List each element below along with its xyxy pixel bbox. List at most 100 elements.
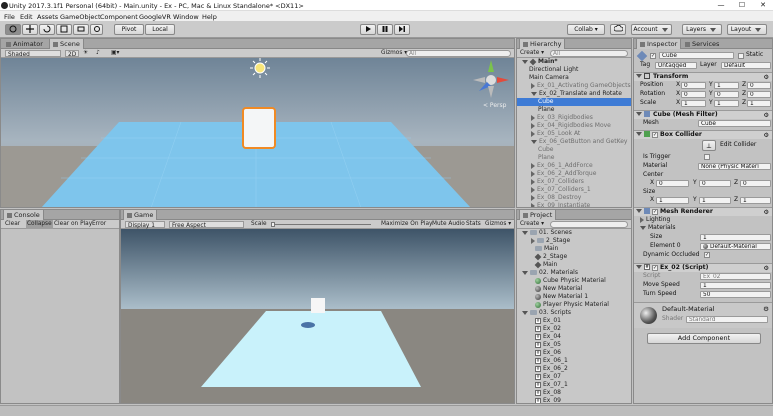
project-create-button[interactable]: Create ▾ [520, 220, 544, 229]
settings-gear-icon[interactable]: ⚙ [763, 209, 769, 217]
move-speed-field[interactable]: 1 [700, 282, 771, 289]
meshfilter-header[interactable]: Cube (Mesh Filter) ⚙ [634, 110, 772, 119]
position-z-field[interactable]: 0 [747, 82, 771, 89]
chevron-down-icon[interactable] [522, 310, 528, 315]
chevron-down-icon[interactable] [531, 91, 537, 96]
minimize-button[interactable]: — [714, 1, 728, 9]
size-y-field[interactable]: 1 [699, 197, 731, 204]
chevron-right-icon[interactable] [531, 130, 535, 137]
hierarchy-item[interactable]: Cube [517, 98, 631, 106]
clear-button[interactable]: Clear [5, 220, 20, 229]
chevron-right-icon[interactable] [531, 114, 535, 121]
settings-gear-icon[interactable]: ⚙ [763, 305, 769, 313]
project-search-input[interactable] [550, 221, 628, 228]
project-item[interactable]: # Ex_05 [517, 341, 631, 349]
hierarchy-item[interactable]: Ex_04_Rigidbodies Move [517, 122, 631, 130]
hierarchy-item[interactable]: Ex_06_GetButton and GetKey [517, 138, 631, 146]
hierarchy-create-button[interactable]: Create ▾ [520, 49, 544, 58]
static-checkbox[interactable] [738, 53, 744, 59]
project-item[interactable]: Main [517, 261, 631, 269]
material-section[interactable]: Default-Material Shader Standard ⚙ [634, 302, 772, 328]
project-item[interactable]: # Ex_09 [517, 397, 631, 403]
mute-audio-toggle[interactable]: Mute Audio [432, 220, 465, 229]
center-x-field[interactable]: 0 [656, 180, 689, 187]
tab-game[interactable]: Game [123, 210, 158, 220]
menu-googlevr[interactable]: GoogleVR [139, 13, 171, 21]
game-gizmos-dropdown[interactable]: Gizmos ▾ [485, 220, 511, 229]
menu-edit[interactable]: Edit [20, 13, 33, 21]
hierarchy-item[interactable]: Directional Light [517, 66, 631, 74]
menu-file[interactable]: File [4, 13, 15, 21]
hierarchy-item[interactable]: Plane [517, 106, 631, 114]
hierarchy-item[interactable]: Ex_06_2_AddTorque [517, 170, 631, 178]
settings-gear-icon[interactable]: ⚙ [763, 74, 769, 82]
scale-tool-button[interactable] [56, 24, 72, 35]
gizmos-dropdown[interactable]: Gizmos ▾ [381, 49, 407, 58]
center-y-field[interactable]: 0 [699, 180, 731, 187]
size-z-field[interactable]: 1 [740, 197, 771, 204]
rotation-y-field[interactable]: 0 [714, 91, 739, 98]
layout-dropdown[interactable]: Layout [727, 24, 767, 35]
move-tool-button[interactable] [22, 24, 38, 35]
hierarchy-item[interactable]: Ex_01_Activating GameObjects [517, 82, 631, 90]
close-button[interactable]: ✕ [756, 1, 770, 9]
active-checkbox[interactable]: ✓ [650, 53, 656, 59]
meshrenderer-header[interactable]: ✓ Mesh Renderer ⚙ [634, 207, 772, 216]
selected-cube-object[interactable] [242, 107, 276, 149]
effects-dropdown[interactable]: ▣▾ [111, 49, 123, 58]
material-field[interactable]: None (Physic Materi [698, 163, 771, 170]
hierarchy-item[interactable]: Cube [517, 146, 631, 154]
project-item[interactable]: # Ex_01 [517, 317, 631, 325]
object-name-field[interactable]: Cube [659, 52, 734, 59]
game-viewport[interactable] [121, 229, 514, 404]
hierarchy-search-input[interactable]: All [550, 50, 628, 57]
project-item[interactable]: 02. Materials [517, 269, 631, 277]
tab-inspector[interactable]: Inspector [636, 39, 682, 49]
tab-project[interactable]: Project [519, 210, 557, 220]
boxcollider-enabled-checkbox[interactable]: ✓ [652, 132, 658, 138]
tab-animator[interactable]: Animator [3, 39, 46, 49]
project-item[interactable]: # Ex_07_1 [517, 381, 631, 389]
position-y-field[interactable]: 1 [714, 82, 739, 89]
chevron-down-icon[interactable] [531, 139, 537, 144]
chevron-right-icon[interactable] [531, 194, 535, 201]
project-item[interactable]: 01. Scenes [517, 229, 631, 237]
chevron-right-icon[interactable] [531, 186, 535, 193]
rotation-z-field[interactable]: 0 [747, 91, 771, 98]
project-item[interactable]: # Ex_02 [517, 325, 631, 333]
hand-tool-button[interactable] [5, 24, 21, 35]
chevron-down-icon[interactable] [522, 230, 528, 235]
chevron-right-icon[interactable] [531, 178, 535, 185]
hierarchy-item[interactable]: Ex_09_Instantiate [517, 202, 631, 207]
shader-dropdown[interactable]: Standard [686, 316, 768, 323]
collab-button[interactable]: Collab ▾ [567, 24, 605, 35]
transform-tool-button[interactable] [90, 24, 103, 35]
menu-help[interactable]: Help [202, 13, 217, 21]
scene-search-input[interactable]: All [406, 50, 511, 57]
project-item[interactable]: # Ex_07 [517, 373, 631, 381]
aspect-dropdown[interactable]: Free Aspect [169, 221, 244, 229]
stats-toggle[interactable]: Stats [466, 220, 481, 229]
2d-toggle[interactable]: 2D [65, 50, 79, 58]
clear-on-play-toggle[interactable]: Clear on Play [54, 220, 92, 229]
size-x-field[interactable]: 1 [656, 197, 689, 204]
account-dropdown[interactable]: Account [631, 24, 672, 35]
hierarchy-item[interactable]: Plane [517, 154, 631, 162]
audio-toggle-icon[interactable]: ♪ [96, 49, 106, 58]
position-x-field[interactable]: 0 [681, 82, 706, 89]
play-button[interactable] [360, 24, 376, 35]
project-item[interactable]: 2_Stage [517, 237, 631, 245]
step-button[interactable] [394, 24, 410, 35]
pause-button[interactable] [377, 24, 393, 35]
project-item[interactable]: New Material 1 [517, 293, 631, 301]
mesh-field[interactable]: Cube [698, 120, 771, 127]
project-item[interactable]: # Ex_04 [517, 333, 631, 341]
project-item[interactable]: Cube Physic Material [517, 277, 631, 285]
scale-z-field[interactable]: 1 [747, 100, 771, 107]
hierarchy-item[interactable]: Ex_02_Translate and Rotate [517, 90, 631, 98]
tab-hierarchy[interactable]: Hierarchy [519, 39, 566, 49]
chevron-right-icon[interactable] [531, 82, 535, 89]
hierarchy-item[interactable]: Ex_03_Rigidbodies [517, 114, 631, 122]
scene-viewport[interactable]: < Persp [1, 58, 514, 208]
element0-field[interactable]: Default-Material [700, 243, 771, 250]
